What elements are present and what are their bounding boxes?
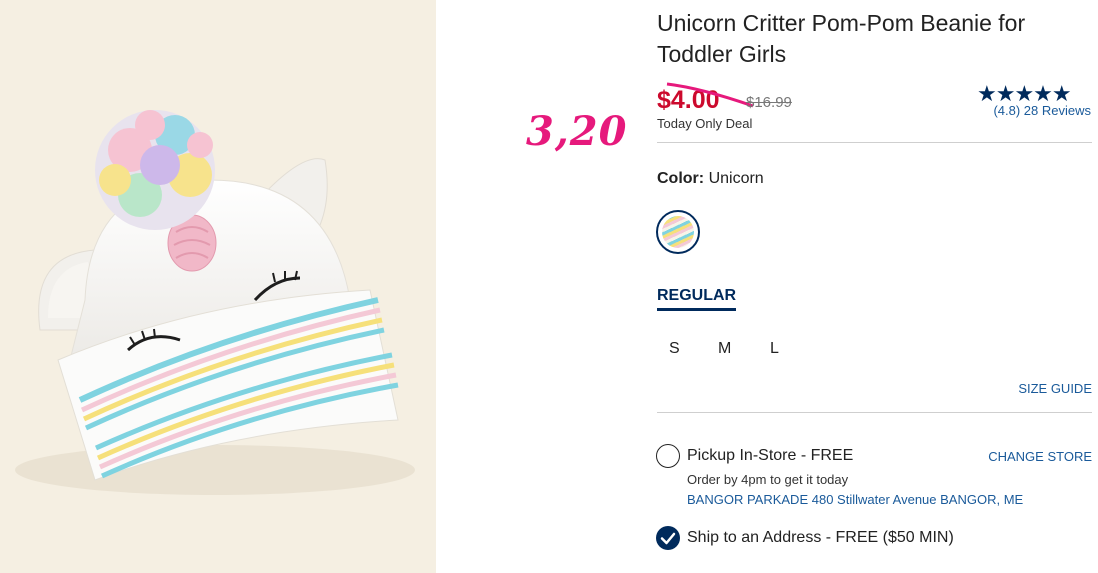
- size-option-l[interactable]: L: [770, 340, 779, 358]
- original-price: $16.99: [746, 94, 792, 111]
- reviews-link[interactable]: (4.8) 28 Reviews: [993, 103, 1091, 118]
- pickup-radio[interactable]: [656, 444, 680, 468]
- deal-label: Today Only Deal: [657, 116, 753, 131]
- tab-regular[interactable]: REGULAR: [657, 287, 737, 311]
- handwritten-price-annotation: 3,20: [526, 108, 628, 155]
- change-store-link[interactable]: CHANGE STORE: [988, 449, 1092, 464]
- product-title: Unicorn Critter Pom-Pom Beanie for Toddl…: [657, 10, 1026, 67]
- checkmark-icon: [660, 532, 676, 545]
- divider: [657, 412, 1092, 413]
- color-swatch-unicorn[interactable]: [656, 210, 700, 254]
- ship-label[interactable]: Ship to an Address - FREE ($50 MIN): [687, 529, 954, 547]
- color-value: Unicorn: [708, 170, 764, 187]
- size-option-s[interactable]: S: [669, 340, 680, 358]
- swatch-pattern: [662, 216, 694, 248]
- pickup-label[interactable]: Pickup In-Store - FREE: [687, 447, 853, 465]
- divider: [657, 142, 1092, 143]
- order-by-text: Order by 4pm to get it today: [687, 472, 849, 487]
- ship-radio-checked[interactable]: [656, 526, 680, 550]
- beanie-illustration: [0, 0, 436, 573]
- rating-stars-icon[interactable]: ★★★★★: [977, 83, 1072, 105]
- size-guide-link[interactable]: SIZE GUIDE: [1018, 381, 1092, 396]
- size-option-m[interactable]: M: [718, 340, 731, 358]
- color-label: Color:: [657, 170, 705, 187]
- store-address-link[interactable]: BANGOR PARKADE 480 Stillwater Avenue BAN…: [687, 492, 1023, 507]
- color-row: Color: Unicorn: [657, 170, 764, 188]
- product-image: [0, 0, 436, 573]
